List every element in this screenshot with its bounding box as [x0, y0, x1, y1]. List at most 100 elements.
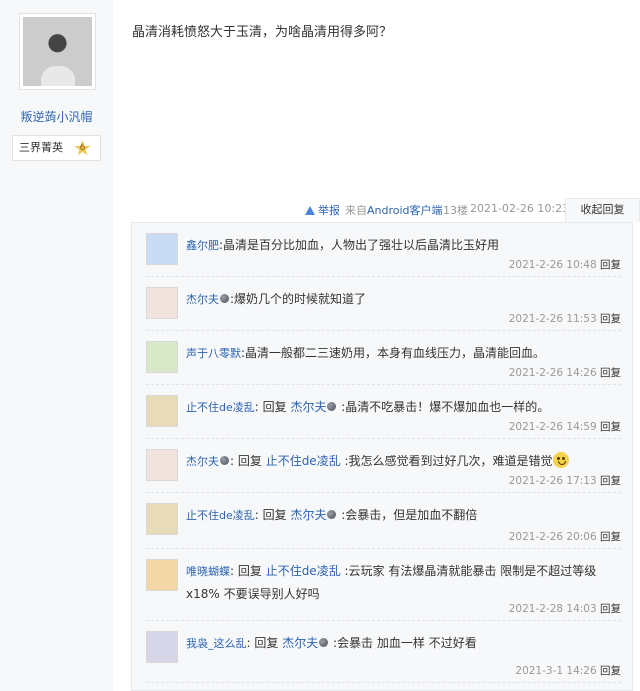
reply-avatar[interactable] [146, 559, 178, 591]
reply-timestamp: 2021-2-26 17:13 回复 [509, 473, 621, 488]
reply-message: : 回复 [254, 508, 291, 522]
reply-item: 唯晓蝴蝶: 回复 止不住de凌乱 :云玩家 有法爆晶清就能暴击 限制是不超过等级… [146, 549, 621, 621]
reply-timestamp: 2021-2-26 10:48 回复 [509, 257, 621, 272]
reply-username[interactable]: 鑫尔肥 [186, 239, 219, 252]
reply-time-text: 2021-2-26 17:13 [508, 475, 600, 487]
thread-page: 叛逆蒟小汎帽 三界菁英 6 晶清消耗愤怒大于玉清，为啥晶清用得多阿？ 举报 来自… [0, 0, 640, 691]
mentioned-user-link[interactable]: 止不住de凌乱 [266, 564, 341, 578]
avatar-image [147, 288, 177, 318]
reply-text: 杰尔夫 : 回复 止不住de凌乱 :我怎么感觉看到过好几次，难道是错觉 [186, 450, 616, 473]
reply-text: 止不住de凌乱: 回复 杰尔夫 :晶清不吃暴击！爆不爆加血也一样的。 [186, 396, 616, 419]
mentioned-user-link[interactable]: 杰尔夫 [282, 636, 318, 650]
rank-star-icon: 6 [74, 140, 91, 156]
reply-message: : 回复 [230, 564, 266, 578]
reply-message: :晶清一般都二三速奶用，本身有血线压力，晶清能回血。 [241, 346, 546, 360]
client-link[interactable]: Android客户端 [367, 204, 443, 217]
reply-avatar[interactable] [146, 395, 178, 427]
reply-username[interactable]: 止不住de凌乱 [186, 401, 255, 414]
reply-action-link[interactable]: 回复 [600, 367, 621, 379]
member-badge-icon [220, 294, 229, 303]
reply-username[interactable]: 声于八零默 [186, 347, 241, 360]
reply-text: 止不住de凌乱: 回复 杰尔夫 :会暴击，但是加血不翻倍 [186, 504, 616, 527]
reply-username[interactable]: 杰尔夫 [186, 455, 219, 468]
reply-text: 我袅_这么乱: 回复 杰尔夫 :会暴击 加血一样 不过好看 [186, 632, 616, 655]
rank-label: 三界菁英 [19, 141, 63, 154]
reply-username[interactable]: 止不住de凌乱 [186, 509, 255, 522]
author-sidebar: 叛逆蒟小汎帽 三界菁英 6 [0, 0, 113, 691]
post-datetime: 2021-02-26 10:23 [470, 202, 570, 215]
reply-timestamp: 2021-3-1 14:26 回复 [515, 663, 621, 678]
reply-item: 杰尔夫 : 回复 止不住de凌乱 :我怎么感觉看到过好几次，难道是错觉 2021-2… [146, 439, 621, 493]
reply-time-text: 2021-2-26 11:53 [508, 313, 600, 325]
collapse-replies-button[interactable]: 收起回复 [565, 198, 640, 222]
reply-time-text: 2021-2-28 14:03 [508, 603, 600, 615]
member-badge-icon [327, 402, 337, 411]
reply-avatar[interactable] [146, 503, 178, 535]
avatar-image [147, 342, 177, 372]
reply-avatar[interactable] [146, 287, 178, 319]
reply-list: 鑫尔肥:晶清是百分比加血，人物出了强壮以后晶清比玉好用 2021-2-26 10:… [131, 222, 633, 691]
rank-badge: 三界菁英 6 [12, 135, 101, 161]
avatar-image [147, 560, 177, 590]
member-badge-icon [319, 638, 329, 647]
reply-action-link[interactable]: 回复 [600, 475, 621, 487]
reply-item: 止不住de凌乱: 回复 杰尔夫 :晶清不吃暴击！爆不爆加血也一样的。 2021-2… [146, 385, 621, 439]
floor-number: 13楼 [443, 204, 468, 217]
author-avatar[interactable] [19, 13, 96, 90]
reply-avatar[interactable] [146, 233, 178, 265]
reply-time-text: 2021-2-26 14:59 [508, 421, 600, 433]
reply-message: :会暴击，但是加血不翻倍 [337, 508, 478, 522]
reply-action-link[interactable]: 回复 [600, 421, 621, 433]
avatar-image [147, 632, 177, 662]
author-name[interactable]: 叛逆蒟小汎帽 [0, 108, 113, 125]
reply-avatar[interactable] [146, 341, 178, 373]
reply-action-link[interactable]: 回复 [600, 531, 621, 543]
reply-avatar[interactable] [146, 631, 178, 663]
mentioned-user-link[interactable]: 止不住de凌乱 [266, 454, 341, 468]
reply-message: :晶清是百分比加血，人物出了强壮以后晶清比玉好用 [219, 238, 500, 252]
reply-time-text: 2021-3-1 14:26 [515, 665, 600, 677]
member-badge-icon [327, 510, 337, 519]
reply-item: 鑫尔肥:晶清是百分比加血，人物出了强壮以后晶清比玉好用 2021-2-26 10:… [146, 223, 621, 277]
avatar-image [147, 504, 177, 534]
reply-message: :我怎么感觉看到过好几次，难道是错觉 [340, 454, 553, 468]
post-meta-bar: 举报 来自Android客户端 13楼 2021-02-26 10:23 收起回… [113, 198, 640, 222]
reply-text: 杰尔夫 :爆奶几个的时候就知道了 [186, 288, 616, 311]
reply-text: 声于八零默:晶清一般都二三速奶用，本身有血线压力，晶清能回血。 [186, 342, 616, 365]
post-source: 来自Android客户端 [345, 204, 443, 217]
reply-timestamp: 2021-2-26 11:53 回复 [509, 311, 621, 326]
avatar-image [147, 450, 177, 480]
avatar-image [147, 396, 177, 426]
avatar-image [147, 234, 177, 264]
warning-icon [305, 206, 315, 215]
reply-message: :会暴击 加血一样 不过好看 [329, 636, 477, 650]
member-badge-icon [220, 456, 229, 465]
mentioned-user-link[interactable]: 杰尔夫 [290, 508, 326, 522]
reply-action-link[interactable]: 回复 [600, 259, 621, 271]
reply-action-link[interactable]: 回复 [600, 313, 621, 325]
reply-message: : 回复 [230, 454, 266, 468]
reply-action-link[interactable]: 回复 [600, 603, 621, 615]
reply-timestamp: 2021-2-28 14:03 回复 [509, 601, 621, 616]
reply-time-text: 2021-2-26 14:26 [508, 367, 600, 379]
reply-message: : 回复 [254, 400, 291, 414]
reply-message: :爆奶几个的时候就知道了 [230, 292, 367, 306]
reply-avatar[interactable] [146, 449, 178, 481]
reply-time-text: 2021-2-26 20:06 [508, 531, 600, 543]
reply-text: 唯晓蝴蝶: 回复 止不住de凌乱 :云玩家 有法爆晶清就能暴击 限制是不超过等级… [186, 560, 616, 605]
reply-time-text: 2021-2-26 10:48 [508, 259, 600, 271]
reply-item: 止不住de凌乱: 回复 杰尔夫 :会暴击，但是加血不翻倍 2021-2-26 20… [146, 493, 621, 549]
reply-action-link[interactable]: 回复 [600, 665, 621, 677]
reply-message: :晶清不吃暴击！爆不爆加血也一样的。 [337, 400, 550, 414]
mentioned-user-link[interactable]: 杰尔夫 [290, 400, 326, 414]
emoji-icon [552, 452, 569, 468]
post-content: 晶清消耗愤怒大于玉清，为啥晶清用得多阿？ [132, 25, 393, 40]
author-photo [23, 17, 92, 86]
reply-timestamp: 2021-2-26 14:59 回复 [509, 419, 621, 434]
reply-username[interactable]: 杰尔夫 [186, 293, 219, 306]
report-link[interactable]: 举报 [305, 202, 340, 218]
reply-message: : 回复 [246, 636, 283, 650]
reply-username[interactable]: 我袅_这么乱 [186, 637, 247, 650]
reply-username[interactable]: 唯晓蝴蝶 [186, 565, 230, 578]
reply-timestamp: 2021-2-26 14:26 回复 [509, 365, 621, 380]
